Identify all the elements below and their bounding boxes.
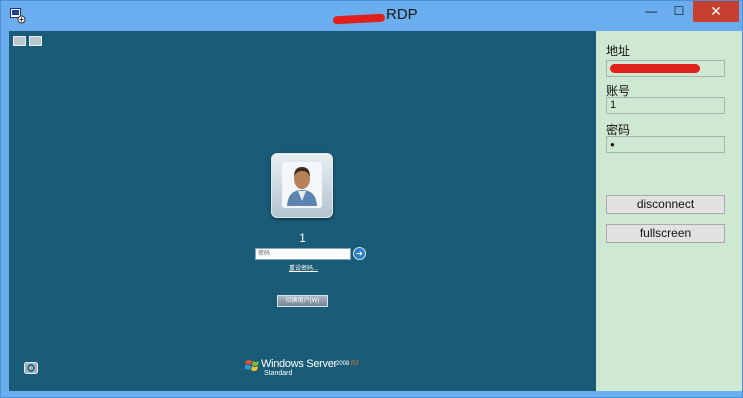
windows-logo-icon: [244, 358, 261, 372]
password-field[interactable]: ●: [606, 136, 725, 153]
minimize-button[interactable]: —: [637, 1, 665, 22]
title-bar[interactable]: RDP — ☐ ✕: [1, 1, 742, 31]
account-field[interactable]: 1: [606, 97, 725, 114]
brand-product: Windows Server: [261, 358, 337, 370]
brand-edition: Standard: [264, 370, 293, 377]
address-label: 地址: [606, 44, 631, 58]
address-redaction: [610, 64, 700, 73]
session-toolbar-button[interactable]: [13, 36, 26, 46]
maximize-button[interactable]: ☐: [665, 1, 693, 22]
fullscreen-button[interactable]: fullscreen: [606, 224, 725, 243]
close-button[interactable]: ✕: [693, 1, 739, 22]
remote-desktop-icon: [10, 8, 26, 24]
login-password-input[interactable]: 密码: [255, 248, 351, 260]
remote-session-view[interactable]: 1 密码 ➔ 重设密码... 切换用户(W) Windows Server 20…: [9, 31, 596, 391]
reset-password-link[interactable]: 重设密码...: [289, 263, 318, 272]
disconnect-button[interactable]: disconnect: [606, 195, 725, 214]
title-redaction: [332, 13, 386, 25]
window-title-text: RDP: [386, 6, 418, 23]
switch-user-button[interactable]: 切换用户(W): [277, 295, 328, 307]
address-field[interactable]: [606, 60, 725, 77]
login-submit-arrow-icon[interactable]: ➔: [353, 247, 366, 260]
login-user-name: 1: [299, 231, 306, 245]
session-toolbar-button[interactable]: [29, 36, 42, 46]
brand-version: 2008 R2: [336, 361, 359, 367]
ease-of-access-icon[interactable]: [24, 361, 38, 374]
connection-panel: 地址 账号 1 密码 ● disconnect fullscreen: [596, 31, 742, 391]
user-icon: [282, 162, 322, 208]
user-avatar[interactable]: [271, 153, 333, 218]
app-window: RDP — ☐ ✕ 1 密码 ➔ 重设密码... 切换用户(W) Windows…: [0, 0, 743, 398]
